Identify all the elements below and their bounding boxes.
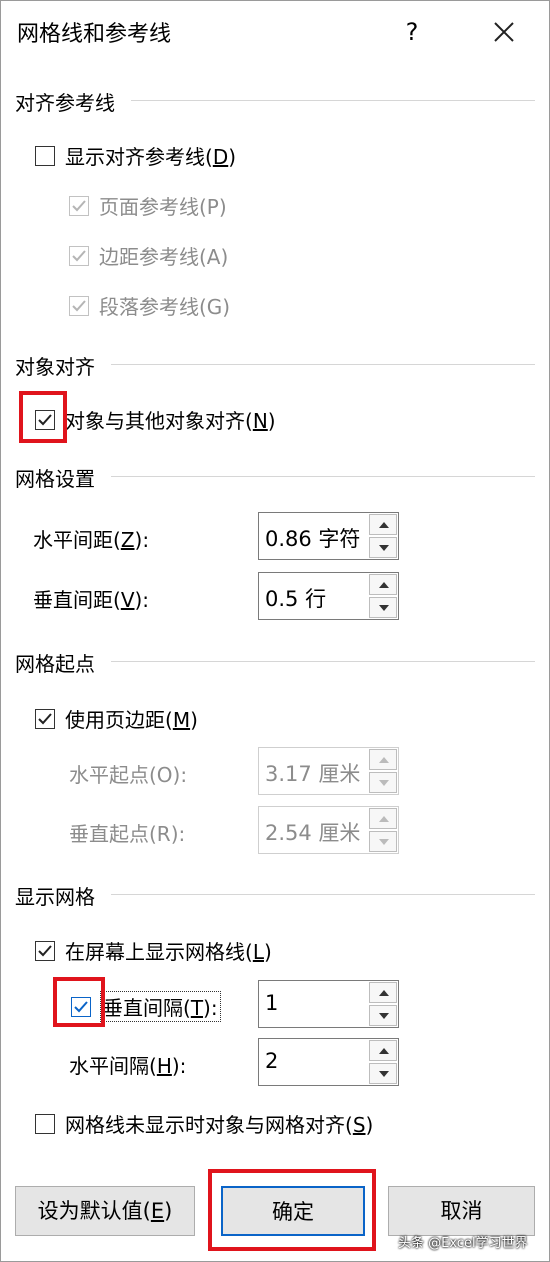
horizontal-spacing-label: 水平间距(Z): bbox=[33, 528, 150, 552]
close-icon bbox=[494, 22, 514, 42]
show-align-guides-checkbox[interactable]: 显示对齐参考线(D) bbox=[35, 141, 236, 170]
show-align-guides-label: 显示对齐参考线(D) bbox=[65, 145, 237, 169]
object-snap-label: 对象与其他对象对齐(N) bbox=[65, 409, 276, 433]
spinner-arrows bbox=[369, 808, 397, 852]
vertical-origin-label: 垂直起点(R): bbox=[69, 822, 186, 846]
arrow-down-icon bbox=[379, 605, 389, 611]
checkbox-box[interactable] bbox=[69, 245, 89, 266]
horizontal-origin-value[interactable]: 3.17 厘米 bbox=[265, 758, 369, 788]
show-on-screen-label: 在屏幕上显示网格线(L) bbox=[65, 940, 272, 964]
margin-guides-label: 边距参考线(A) bbox=[99, 245, 229, 269]
spin-up-button[interactable] bbox=[369, 808, 397, 829]
spin-down-button[interactable] bbox=[369, 1005, 397, 1026]
spin-up-button[interactable] bbox=[369, 749, 397, 770]
highlight-box bbox=[19, 391, 67, 443]
horizontal-interval-spinner[interactable]: 2 bbox=[258, 1038, 399, 1086]
horizontal-interval-value[interactable]: 2 bbox=[265, 1049, 369, 1073]
arrow-down-icon bbox=[379, 839, 389, 845]
spinner-arrows bbox=[369, 982, 397, 1026]
checkbox-box[interactable] bbox=[35, 940, 55, 961]
arrow-up-icon bbox=[379, 757, 389, 763]
use-margin-label: 使用页边距(M) bbox=[65, 708, 198, 732]
horizontal-origin-label: 水平起点(O): bbox=[69, 763, 188, 787]
section-align-guides: 对齐参考线 bbox=[15, 91, 115, 115]
page-guides-checkbox[interactable]: 页面参考线(P) bbox=[69, 191, 227, 220]
section-grid-settings: 网格设置 bbox=[15, 467, 95, 491]
checkbox-box[interactable] bbox=[35, 1113, 55, 1134]
vertical-origin-spinner[interactable]: 2.54 厘米 bbox=[258, 806, 399, 854]
arrow-down-icon bbox=[379, 545, 389, 551]
help-button[interactable]: ? bbox=[387, 9, 437, 55]
close-button[interactable] bbox=[479, 9, 529, 55]
section-divider bbox=[111, 476, 535, 477]
check-icon bbox=[72, 299, 86, 311]
show-on-screen-checkbox[interactable]: 在屏幕上显示网格线(L) bbox=[35, 936, 272, 965]
section-show-grid: 显示网格 bbox=[15, 885, 95, 909]
vertical-spacing-label: 垂直间距(V): bbox=[33, 588, 150, 612]
check-icon bbox=[72, 249, 86, 261]
section-divider bbox=[131, 100, 535, 101]
section-divider bbox=[111, 661, 535, 662]
spin-down-button[interactable] bbox=[369, 1063, 397, 1084]
title-bar: 网格线和参考线 ? bbox=[1, 1, 549, 63]
page-guides-label: 页面参考线(P) bbox=[99, 195, 227, 219]
horizontal-spacing-value[interactable]: 0.86 字符 bbox=[265, 523, 369, 553]
arrow-down-icon bbox=[379, 1071, 389, 1077]
check-icon bbox=[38, 712, 52, 724]
arrow-down-icon bbox=[379, 780, 389, 786]
set-default-button[interactable]: 设为默认值(E) bbox=[15, 1186, 195, 1236]
vertical-interval-spinner[interactable]: 1 bbox=[258, 980, 399, 1028]
checkbox-box[interactable] bbox=[69, 295, 89, 316]
spinner-arrows bbox=[369, 514, 397, 558]
arrow-up-icon bbox=[379, 1048, 389, 1054]
section-object-snap: 对象对齐 bbox=[15, 355, 95, 379]
cancel-button[interactable]: 取消 bbox=[388, 1186, 535, 1236]
spinner-arrows bbox=[369, 749, 397, 793]
dialog-title: 网格线和参考线 bbox=[17, 22, 172, 47]
spin-down-button[interactable] bbox=[369, 831, 397, 852]
spin-up-button[interactable] bbox=[369, 982, 397, 1003]
section-divider bbox=[111, 894, 535, 895]
snap-hidden-grid-checkbox[interactable]: 网格线未显示时对象与网格对齐(S) bbox=[35, 1109, 373, 1138]
grid-guides-dialog: 网格线和参考线 ? 对齐参考线 显示对齐参考线(D) 页面参考线(P) 边距参考… bbox=[0, 0, 550, 1262]
spin-up-button[interactable] bbox=[369, 1040, 397, 1061]
checkbox-box[interactable] bbox=[35, 708, 55, 729]
spin-down-button[interactable] bbox=[369, 537, 397, 558]
margin-guides-checkbox[interactable]: 边距参考线(A) bbox=[69, 241, 228, 270]
vertical-spacing-spinner[interactable]: 0.5 行 bbox=[258, 572, 399, 620]
spin-up-button[interactable] bbox=[369, 574, 397, 595]
horizontal-origin-spinner[interactable]: 3.17 厘米 bbox=[258, 747, 399, 795]
check-icon bbox=[72, 199, 86, 211]
checkbox-box[interactable] bbox=[69, 195, 89, 216]
arrow-up-icon bbox=[379, 582, 389, 588]
highlight-box bbox=[208, 1169, 376, 1251]
use-margin-checkbox[interactable]: 使用页边距(M) bbox=[35, 704, 198, 733]
check-icon bbox=[38, 944, 52, 956]
object-snap-checkbox[interactable]: 对象与其他对象对齐(N) bbox=[35, 405, 276, 434]
vertical-interval-value[interactable]: 1 bbox=[265, 991, 369, 1015]
checkbox-box[interactable] bbox=[35, 145, 55, 166]
section-grid-origin: 网格起点 bbox=[15, 652, 95, 676]
spin-up-button[interactable] bbox=[369, 514, 397, 535]
snap-hidden-grid-label: 网格线未显示时对象与网格对齐(S) bbox=[65, 1113, 374, 1137]
vertical-spacing-value[interactable]: 0.5 行 bbox=[265, 583, 369, 613]
horizontal-interval-label: 水平间隔(H): bbox=[69, 1054, 187, 1078]
spin-down-button[interactable] bbox=[369, 772, 397, 793]
arrow-up-icon bbox=[379, 522, 389, 528]
spin-down-button[interactable] bbox=[369, 597, 397, 618]
spinner-arrows bbox=[369, 1040, 397, 1084]
section-divider bbox=[111, 364, 535, 365]
paragraph-guides-label: 段落参考线(G) bbox=[99, 295, 231, 319]
arrow-down-icon bbox=[379, 1013, 389, 1019]
watermark: 头条 @Excel学习世界 bbox=[398, 1236, 528, 1251]
arrow-up-icon bbox=[379, 990, 389, 996]
arrow-up-icon bbox=[379, 816, 389, 822]
spinner-arrows bbox=[369, 574, 397, 618]
highlight-box bbox=[53, 977, 105, 1027]
vertical-interval-label: 垂直间隔(T): bbox=[100, 991, 221, 1022]
paragraph-guides-checkbox[interactable]: 段落参考线(G) bbox=[69, 291, 230, 320]
horizontal-spacing-spinner[interactable]: 0.86 字符 bbox=[258, 512, 399, 560]
vertical-origin-value[interactable]: 2.54 厘米 bbox=[265, 817, 369, 847]
